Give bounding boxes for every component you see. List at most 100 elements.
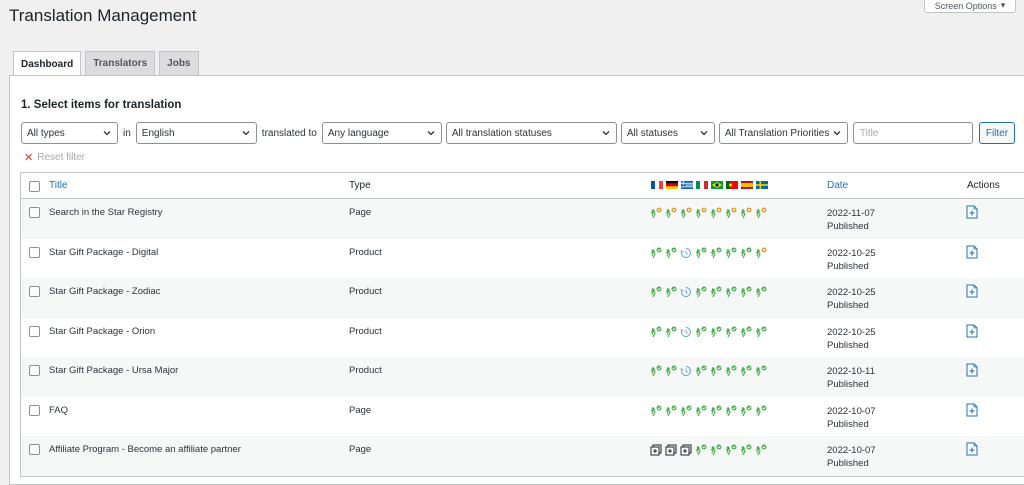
row-post-status: Published	[827, 221, 869, 232]
translation-in-progress-icon[interactable]	[680, 365, 692, 377]
row-date: 2022-10-07 Published	[827, 444, 876, 470]
translation-complete-icon[interactable]	[725, 247, 737, 259]
translation-complete-icon[interactable]	[740, 286, 752, 298]
add-translation-icon[interactable]	[966, 442, 978, 456]
translation-complete-icon[interactable]	[695, 326, 707, 338]
table-row: FAQ Page 2022-10-07 Published	[21, 397, 1024, 437]
column-date[interactable]: Date	[827, 180, 848, 191]
translation-complete-icon[interactable]	[710, 326, 722, 338]
translation-needs-update-icon[interactable]	[740, 207, 752, 219]
translation-complete-icon[interactable]	[710, 365, 722, 377]
translation-complete-icon[interactable]	[665, 365, 677, 377]
tab-jobs[interactable]: Jobs	[159, 51, 199, 75]
row-date: 2022-11-07 Published	[827, 207, 875, 233]
translation-complete-icon[interactable]	[665, 405, 677, 417]
translation-complete-icon[interactable]	[740, 326, 752, 338]
row-post-status: Published	[827, 458, 869, 469]
translation-complete-icon[interactable]	[695, 444, 707, 456]
row-checkbox[interactable]	[29, 286, 40, 297]
column-title[interactable]: Title	[49, 180, 68, 191]
translation-needs-update-icon[interactable]	[650, 207, 662, 219]
translation-status-select[interactable]: All translation statuses	[445, 122, 617, 144]
add-translation-icon[interactable]	[650, 444, 662, 456]
row-checkbox[interactable]	[29, 325, 40, 337]
row-checkbox[interactable]	[29, 444, 40, 455]
add-translation-icon[interactable]	[966, 205, 978, 219]
translation-needs-update-icon[interactable]	[665, 207, 677, 219]
source-language-select[interactable]: English	[135, 122, 257, 144]
add-translation-icon[interactable]	[665, 444, 677, 456]
translation-complete-icon[interactable]	[665, 326, 677, 338]
table-body: Search in the Star Registry Page 2022-11…	[21, 199, 1024, 476]
translation-complete-icon[interactable]	[665, 247, 677, 259]
add-translation-icon[interactable]	[966, 284, 978, 298]
priority-select[interactable]: All Translation Priorities	[718, 122, 848, 144]
translation-complete-icon[interactable]	[710, 247, 722, 259]
row-checkbox[interactable]	[29, 207, 40, 218]
row-checkbox[interactable]	[29, 365, 40, 376]
caret-down-icon: ▾	[1000, 0, 1006, 10]
translation-complete-icon[interactable]	[650, 405, 662, 417]
table-row: Star Gift Package - Orion Product 2022-1…	[21, 318, 1024, 358]
add-translation-icon[interactable]	[966, 245, 978, 259]
translation-complete-icon[interactable]	[725, 326, 737, 338]
source-language-value: English	[141, 127, 175, 139]
title-search-input[interactable]	[852, 122, 973, 144]
chevron-down-icon	[242, 131, 250, 136]
translation-complete-icon[interactable]	[725, 365, 737, 377]
translation-complete-icon[interactable]	[695, 365, 707, 377]
translation-complete-icon[interactable]	[725, 405, 737, 417]
translation-needs-update-icon[interactable]	[710, 207, 722, 219]
row-checkbox[interactable]	[29, 404, 40, 416]
tab-translators[interactable]: Translators	[85, 51, 156, 75]
translation-complete-icon[interactable]	[755, 326, 767, 338]
translation-complete-icon[interactable]	[755, 365, 767, 377]
screen-options-button[interactable]: Screen Options ▾	[924, 0, 1016, 13]
translation-complete-icon[interactable]	[710, 444, 722, 456]
filter-button[interactable]: Filter	[978, 122, 1016, 144]
translation-complete-icon[interactable]	[695, 286, 707, 298]
translation-complete-icon[interactable]	[740, 247, 752, 259]
translation-needs-update-icon[interactable]	[695, 207, 707, 219]
translation-needs-update-icon[interactable]	[755, 247, 767, 259]
add-translation-icon[interactable]	[966, 403, 978, 417]
translation-needs-update-icon[interactable]	[680, 207, 692, 219]
row-checkbox[interactable]	[29, 246, 40, 258]
translation-complete-icon[interactable]	[740, 365, 752, 377]
translation-in-progress-icon[interactable]	[680, 326, 692, 338]
translation-complete-icon[interactable]	[725, 286, 737, 298]
type-select[interactable]: All types	[21, 122, 118, 144]
translation-in-progress-icon[interactable]	[680, 247, 692, 259]
translation-complete-icon[interactable]	[755, 286, 767, 298]
translation-complete-icon[interactable]	[680, 405, 692, 417]
select-all-checkbox[interactable]	[29, 181, 40, 192]
add-translation-icon[interactable]	[966, 363, 978, 377]
translation-complete-icon[interactable]	[755, 444, 767, 456]
status-select[interactable]: All statuses	[620, 122, 715, 144]
translation-statuses	[650, 326, 767, 338]
tab-dashboard[interactable]: Dashboard	[13, 51, 82, 76]
chevron-down-icon	[833, 131, 841, 136]
add-translation-icon[interactable]	[680, 444, 692, 456]
translation-complete-icon[interactable]	[650, 365, 662, 377]
translation-complete-icon[interactable]	[740, 444, 752, 456]
translation-complete-icon[interactable]	[650, 247, 662, 259]
translation-needs-update-icon[interactable]	[725, 207, 737, 219]
target-language-select[interactable]: Any language	[321, 122, 442, 144]
translation-complete-icon[interactable]	[710, 405, 722, 417]
add-translation-icon[interactable]	[966, 324, 978, 338]
translation-complete-icon[interactable]	[695, 405, 707, 417]
reset-filter-link[interactable]: ✕ Reset filter	[24, 151, 85, 164]
translation-complete-icon[interactable]	[740, 405, 752, 417]
translation-complete-icon[interactable]	[710, 286, 722, 298]
translation-needs-update-icon[interactable]	[755, 207, 767, 219]
translation-complete-icon[interactable]	[755, 405, 767, 417]
translation-complete-icon[interactable]	[665, 286, 677, 298]
flag-it-icon	[696, 181, 708, 189]
row-type: Product	[349, 365, 382, 376]
translation-complete-icon[interactable]	[650, 326, 662, 338]
translation-complete-icon[interactable]	[725, 444, 737, 456]
translation-complete-icon[interactable]	[650, 286, 662, 298]
translation-complete-icon[interactable]	[695, 247, 707, 259]
translation-in-progress-icon[interactable]	[680, 286, 692, 298]
